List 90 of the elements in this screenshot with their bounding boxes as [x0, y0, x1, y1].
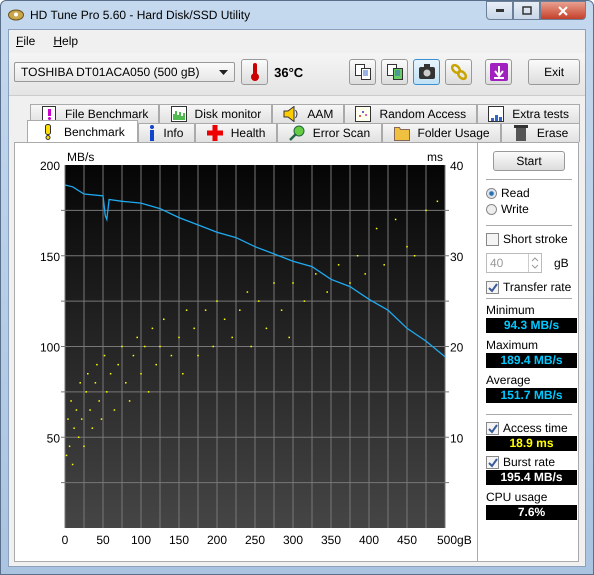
y-axis-label: MB/s: [67, 150, 94, 164]
tab[interactable]: Folder Usage: [382, 123, 502, 142]
y-tick-label: 150: [40, 250, 60, 264]
checkbox-label[interactable]: Short stroke: [503, 232, 568, 246]
toolbar-button[interactable]: [485, 59, 512, 85]
stat-label: CPU usage: [486, 490, 548, 505]
window-title: HD Tune Pro 5.60 - Hard Disk/SSD Utility: [30, 8, 250, 22]
drive-select[interactable]: TOSHIBA DT01ACA050 (500 gB): [14, 62, 236, 82]
x-tick-label: 200: [206, 533, 228, 547]
thermometer-icon: [250, 62, 260, 82]
x-tick-label: 50: [96, 533, 110, 547]
x-tick-label: 300: [282, 533, 304, 547]
speaker-icon: [283, 106, 300, 122]
stat-value: 18.9 ms: [486, 436, 577, 451]
camera-icon: [418, 63, 436, 81]
spin-arrows-icon: [528, 254, 541, 272]
tab[interactable]: Random Access: [344, 104, 478, 123]
chain-icon: [450, 63, 468, 81]
tab[interactable]: Erase: [501, 123, 580, 142]
checkbox-label[interactable]: Transfer rate: [503, 280, 572, 294]
x-tick-label: 0: [62, 533, 68, 547]
stat-value: 151.7 MB/s: [486, 388, 577, 403]
stat-label: Average: [486, 373, 532, 388]
x-tick-label: 500gB: [437, 533, 472, 547]
x-tick-label: 100: [130, 533, 152, 547]
stat-value: 195.4 MB/s: [486, 470, 577, 485]
tab[interactable]: Info: [138, 123, 196, 142]
radio-label[interactable]: Write: [501, 202, 529, 216]
checkbox-label[interactable]: Burst rate: [503, 455, 556, 469]
x-tick-label: 150: [168, 533, 190, 547]
close-icon: [558, 6, 568, 16]
maximize-icon: [522, 6, 532, 15]
stat-label: Minimum: [486, 303, 536, 318]
radio-button[interactable]: [486, 188, 497, 198]
x-tick-label: 250: [244, 533, 266, 547]
checkbox[interactable]: [486, 232, 499, 246]
info-icon: [149, 125, 156, 141]
checkbox[interactable]: [486, 456, 499, 468]
checkbox[interactable]: [486, 280, 499, 294]
documents-icon: [386, 63, 404, 81]
y-tick-label: 50: [46, 431, 60, 446]
scatter-plot-icon: [355, 106, 372, 122]
close-button[interactable]: [540, 1, 586, 20]
stat-value: 94.3 MB/s: [486, 318, 577, 333]
tab[interactable]: Extra tests: [477, 104, 580, 123]
y2-tick-label: 10: [450, 431, 464, 446]
y2-tick-label: 30: [450, 250, 464, 264]
y-tick-label: 100: [40, 340, 60, 354]
maximize-button[interactable]: [513, 1, 540, 20]
y2-tick-label: 40: [450, 159, 464, 173]
tab[interactable]: Error Scan: [277, 123, 382, 142]
exit-button[interactable]: Exit: [528, 59, 580, 85]
temperature-reading: 36°C: [274, 64, 304, 80]
bar-chart-icon: [170, 106, 187, 122]
toolbar-button[interactable]: [413, 59, 440, 85]
start-button[interactable]: Start: [493, 151, 565, 171]
minimize-button[interactable]: [486, 1, 513, 20]
unit-label: gB: [554, 256, 569, 270]
x-tick-label: 350: [320, 533, 342, 547]
x-tick-label: 450: [396, 533, 418, 547]
y-tick-label: 200: [40, 159, 60, 173]
checkbox-label[interactable]: Access time: [503, 421, 568, 435]
down-arrow-icon: [490, 63, 508, 81]
y2-tick-label: 20: [450, 340, 464, 354]
tab[interactable]: Health: [195, 123, 278, 142]
cross-icon: [206, 125, 223, 141]
toolbar-button[interactable]: [381, 59, 408, 85]
grid-chart-icon: [488, 106, 504, 122]
minimize-icon: [496, 9, 504, 12]
toolbar-button[interactable]: [349, 59, 376, 85]
exclamation-icon: [41, 106, 58, 122]
stat-value: 7.6%: [486, 505, 577, 520]
radio-label[interactable]: Read: [501, 186, 530, 200]
trash-can-icon: [512, 125, 529, 141]
stat-label: Maximum: [486, 338, 540, 353]
disk-icon: [8, 9, 24, 21]
tab[interactable]: Disk monitor: [159, 104, 272, 123]
radio-button[interactable]: [486, 204, 497, 214]
menu-item[interactable]: Help: [53, 34, 78, 49]
toolbar-button[interactable]: [241, 59, 268, 85]
y2-axis-label: ms: [427, 150, 443, 164]
caret-icon: [219, 70, 228, 74]
checkbox[interactable]: [486, 422, 499, 434]
tab[interactable]: Benchmark: [27, 120, 138, 142]
documents-icon: [354, 63, 372, 81]
x-tick-label: 400: [358, 533, 380, 547]
stat-value: 189.4 MB/s: [486, 353, 577, 368]
tab[interactable]: AAM: [272, 104, 344, 123]
magnifier-icon: [288, 125, 305, 141]
menu-item[interactable]: File: [16, 34, 36, 49]
